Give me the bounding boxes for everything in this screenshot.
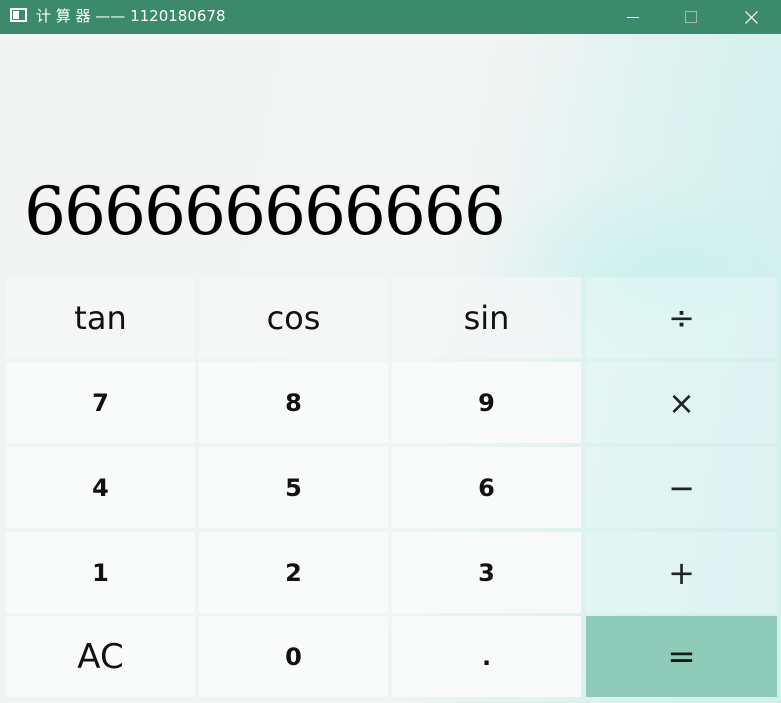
clear-button[interactable]: AC — [6, 616, 195, 697]
calculator-window: 计 算 器 —— 1120180678 666666666666 tan cos… — [0, 0, 781, 703]
close-icon — [744, 10, 758, 24]
plus-button[interactable]: + — [586, 532, 777, 613]
sin-button[interactable]: sin — [392, 277, 581, 358]
minus-button[interactable]: − — [586, 447, 777, 528]
calculator-app-icon — [10, 8, 27, 22]
tan-button[interactable]: tan — [6, 277, 195, 358]
equals-button[interactable]: = — [586, 616, 777, 697]
digit-6-button[interactable]: 6 — [392, 447, 581, 528]
result-display: 666666666666 — [24, 173, 506, 250]
digit-0-button[interactable]: 0 — [199, 616, 388, 697]
digit-2-button[interactable]: 2 — [199, 532, 388, 613]
digit-9-button[interactable]: 9 — [392, 362, 581, 443]
decimal-button[interactable]: . — [392, 616, 581, 697]
divide-button[interactable]: ÷ — [586, 277, 777, 358]
digit-7-button[interactable]: 7 — [6, 362, 195, 443]
minimize-icon — [627, 16, 639, 18]
digit-5-button[interactable]: 5 — [199, 447, 388, 528]
digit-1-button[interactable]: 1 — [6, 532, 195, 613]
digit-3-button[interactable]: 3 — [392, 532, 581, 613]
cos-button[interactable]: cos — [199, 277, 388, 358]
window-title: 计 算 器 —— 1120180678 — [36, 7, 226, 25]
close-button[interactable] — [722, 0, 780, 34]
digit-8-button[interactable]: 8 — [199, 362, 388, 443]
minimize-button[interactable] — [604, 0, 662, 34]
maximize-button[interactable] — [662, 0, 720, 34]
keypad: tan cos sin ÷ 7 8 9 × 4 5 6 − 1 2 3 + AC… — [6, 277, 777, 699]
multiply-button[interactable]: × — [586, 362, 777, 443]
maximize-icon — [685, 11, 697, 23]
title-bar[interactable]: 计 算 器 —— 1120180678 — [0, 0, 781, 34]
digit-4-button[interactable]: 4 — [6, 447, 195, 528]
